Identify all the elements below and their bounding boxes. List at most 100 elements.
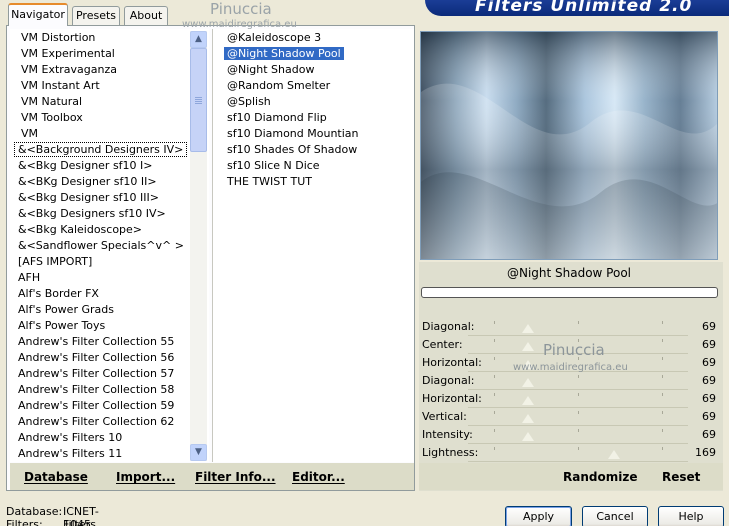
slider-tick: [662, 411, 663, 414]
category-item[interactable]: Andrew's Filter Collection 56: [15, 350, 177, 366]
category-item-label: Alf's Power Grads: [18, 303, 114, 316]
filter-item[interactable]: sf10 Slice N Dice: [224, 158, 323, 174]
category-item-label: Andrew's Filter Collection 58: [18, 383, 175, 396]
tab-navigator[interactable]: Navigator: [8, 3, 68, 26]
slider-row: Horizontal: 69: [420, 391, 720, 409]
scroll-up-icon[interactable]: ▲: [190, 31, 207, 48]
slider-thumb[interactable]: [608, 450, 620, 459]
help-button[interactable]: Help: [658, 506, 724, 526]
category-item-label: VM Toolbox: [21, 111, 83, 124]
category-item[interactable]: &<Sandflower Specials^v^ >: [15, 238, 187, 254]
category-item[interactable]: VM Instant Art: [18, 78, 103, 94]
category-item[interactable]: [AFS IMPORT]: [15, 254, 95, 270]
category-item[interactable]: Andrew's Filter Collection 62: [15, 414, 177, 430]
filter-list[interactable]: @Kaleidoscope 3 @Night Shadow Pool @Night …: [212, 29, 414, 462]
category-item[interactable]: VM Natural: [18, 94, 85, 110]
slider-tick: [494, 357, 495, 360]
slider-thumb[interactable]: [522, 324, 534, 333]
slider-track[interactable]: [468, 409, 688, 426]
filter-preview: [420, 31, 718, 260]
slider-row: Diagonal: 69: [420, 319, 720, 337]
filter-item-label: @Night Shadow Pool: [223, 46, 345, 61]
category-item[interactable]: &<Bkg Kaleidoscope>: [15, 222, 145, 238]
slider-track[interactable]: [468, 427, 688, 444]
slider-row: Intensity: 69: [420, 427, 720, 445]
slider-tick: [578, 429, 579, 432]
category-list[interactable]: VM Distortion VM Experimental VM Extravaga…: [10, 29, 209, 462]
category-item-label: VM Extravaganza: [21, 63, 118, 76]
filter-item[interactable]: sf10 Diamond Mountian: [224, 126, 362, 142]
category-item[interactable]: VM Experimental: [18, 46, 118, 62]
slider-track[interactable]: [468, 319, 688, 336]
category-item-label: VM Distortion: [21, 31, 96, 44]
category-item[interactable]: Alf's Border FX: [15, 286, 102, 302]
category-item[interactable]: Alf's Power Grads: [15, 302, 117, 318]
slider-tick: [662, 393, 663, 396]
filter-item[interactable]: @Splish: [224, 94, 274, 110]
status-filters: Filters: 1045: [6, 518, 91, 526]
category-item[interactable]: Andrew's Filter Collection 58: [15, 382, 177, 398]
database-button[interactable]: Database: [24, 470, 88, 484]
slider-value: 69: [702, 320, 716, 333]
category-item[interactable]: Andrew's Filter Collection 59: [15, 398, 177, 414]
filter-item[interactable]: @Night Shadow: [224, 62, 317, 78]
slider-value: 69: [702, 338, 716, 351]
slider-track[interactable]: [468, 391, 688, 408]
category-item[interactable]: Alf's Power Toys: [15, 318, 108, 334]
slider-tick: [662, 375, 663, 378]
slider-track[interactable]: [468, 445, 688, 462]
scroll-thumb[interactable]: [190, 48, 207, 152]
filter-item[interactable]: @Random Smelter: [224, 78, 333, 94]
filter-item[interactable]: THE TWIST TUT: [224, 174, 315, 190]
slider-thumb[interactable]: [522, 378, 534, 387]
category-item[interactable]: AFH: [15, 270, 43, 286]
category-item[interactable]: &<Bkg Designer sf10 I>: [15, 158, 156, 174]
category-item[interactable]: &<Background Designers IV>: [13, 142, 188, 158]
import-button[interactable]: Import...: [116, 470, 175, 484]
slider-tick: [578, 447, 579, 450]
category-item[interactable]: &<BKg Designer sf10 II>: [15, 174, 160, 190]
slider-row: Lightness: 169: [420, 445, 720, 463]
slider-track[interactable]: [468, 373, 688, 390]
category-item-label: Andrew's Filter Collection 55: [18, 335, 175, 348]
category-item-label: VM Instant Art: [21, 79, 100, 92]
category-item[interactable]: Andrew's Filters 11: [15, 446, 125, 462]
slider-value: 169: [695, 446, 716, 459]
filter-item[interactable]: sf10 Shades Of Shadow: [224, 142, 360, 158]
category-scrollbar[interactable]: ▲ ▼: [190, 31, 207, 461]
slider-label: Intensity:: [422, 428, 473, 441]
category-item[interactable]: Andrew's Filter Collection 57: [15, 366, 177, 382]
scroll-down-icon[interactable]: ▼: [190, 444, 207, 461]
category-item-label: &<BKg Designer sf10 II>: [18, 175, 157, 188]
apply-button[interactable]: Apply: [505, 506, 572, 526]
category-item-label: Andrew's Filter Collection 59: [18, 399, 175, 412]
category-item[interactable]: VM Extravaganza: [18, 62, 120, 78]
slider-thumb[interactable]: [522, 342, 534, 351]
filter-item[interactable]: @Night Shadow Pool: [223, 46, 345, 62]
tab-presets[interactable]: Presets: [72, 6, 120, 25]
filter-item[interactable]: @Kaleidoscope 3: [224, 30, 324, 46]
category-item[interactable]: Andrew's Filters 10: [15, 430, 125, 446]
slider-thumb[interactable]: [522, 396, 534, 405]
filter-info-button[interactable]: Filter Info...: [195, 470, 276, 484]
tab-about[interactable]: About: [124, 6, 168, 25]
category-item[interactable]: VM Toolbox: [18, 110, 86, 126]
filter-item-label: sf10 Shades Of Shadow: [227, 143, 358, 156]
category-item[interactable]: VM: [18, 126, 41, 142]
slider-thumb[interactable]: [522, 432, 534, 441]
slider-thumb[interactable]: [522, 414, 534, 423]
randomize-button[interactable]: Randomize: [563, 470, 637, 484]
filter-item-label: @Kaleidoscope 3: [227, 31, 322, 44]
reset-button[interactable]: Reset: [662, 470, 700, 484]
category-item-label: &<Bkg Designer sf10 I>: [18, 159, 153, 172]
category-item[interactable]: &<Bkg Designers sf10 IV>: [15, 206, 169, 222]
filter-item[interactable]: sf10 Diamond Flip: [224, 110, 330, 126]
editor-button[interactable]: Editor...: [292, 470, 345, 484]
slider-tick: [494, 447, 495, 450]
cancel-button[interactable]: Cancel: [582, 506, 648, 526]
category-item[interactable]: VM Distortion: [18, 30, 98, 46]
category-item[interactable]: &<Bkg Designer sf10 III>: [15, 190, 162, 206]
category-item[interactable]: Andrew's Filter Collection 55: [15, 334, 177, 350]
status-filters-value: 1045: [63, 518, 91, 526]
category-item-label: &<Bkg Designers sf10 IV>: [18, 207, 166, 220]
